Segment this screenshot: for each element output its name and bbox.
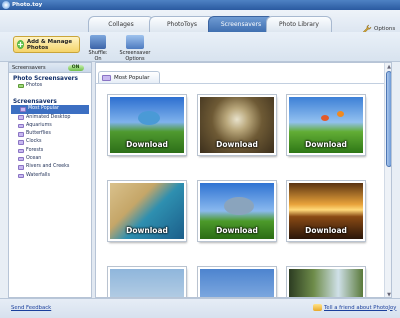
thumbnail-beach[interactable]: Download [108,181,186,241]
section-title: Most Popular [114,74,150,81]
folder-icon [18,165,24,170]
folder-icon [18,173,24,179]
folder-icon [18,115,24,120]
butterfly-shape [321,115,329,121]
thumbnail-image [110,269,184,297]
status-bar: Send Feedback Tell a friend about PhotoJ… [0,298,400,318]
folder-icon [18,83,24,89]
thumbnail-butterflies-meadow[interactable]: Download [287,95,365,155]
sidebar-item-label: Rivers and Creeks [26,164,70,170]
vertical-scrollbar[interactable]: ▲ ▼ [384,63,391,297]
sidebar-item-aquariums[interactable]: Aquariums [9,122,91,130]
scroll-up-arrow-icon[interactable]: ▲ [386,64,391,70]
thumbnail-dolphin[interactable]: Download [198,181,276,241]
tab-phototoys[interactable]: PhotoToys [149,16,215,32]
folder-icon [18,156,24,162]
sidebar-item-label: Clocks [26,139,42,145]
folder-icon [18,123,24,129]
add-manage-photos-label: Add & Manage Photos [26,38,73,51]
app-icon [2,1,10,9]
sidebar-item-label: Butterflies [26,131,51,137]
screensavers-toggle-row: Screensavers ON [9,63,91,73]
screensavers-heading: Screensavers [13,99,57,106]
sidebar-item-clocks[interactable]: Clocks [9,138,91,146]
monitor-icon [126,35,144,49]
divider [96,83,384,84]
plus-icon: + [17,40,24,49]
tell-friend-label: Tell a friend about PhotoJoy [324,304,397,311]
photo-screensavers-heading: Photo Screensavers [13,76,78,82]
sidebar-item-butterflies[interactable]: Butterflies [9,130,91,138]
thumbnail-partial-3[interactable] [287,267,365,297]
download-label: Download [305,140,347,149]
thumbnail-image [200,269,274,297]
screensaver-options-label: Screensaver Options [119,50,151,62]
title-bar: Photo.toy [0,0,400,10]
download-label: Download [126,140,168,149]
tab-screensavers[interactable]: Screensavers [208,16,274,32]
send-feedback-link[interactable]: Send Feedback [11,305,51,311]
download-label: Download [305,226,347,235]
download-label: Download [216,140,258,149]
folder-icon [102,74,111,81]
tab-bar: Collages PhotoToys Screensavers Photo Li… [0,10,400,34]
tab-collages[interactable]: Collages [88,16,154,32]
sidebar-item-animated-desktop[interactable]: Animated Desktop [9,114,91,122]
download-label: Download [126,226,168,235]
thumbnail-fish-meadow[interactable]: Download [108,95,186,155]
thumbnail-clock[interactable]: Download [198,95,276,155]
sidebar-item-label: Most Popular [28,106,59,112]
thumbnail-sunset-ocean[interactable]: Download [287,181,365,241]
thumbnail-partial-1[interactable] [108,267,186,297]
section-tab-most-popular: Most Popular [98,71,160,83]
sidebar-item-photos[interactable]: Photos [9,82,91,90]
add-manage-photos-button[interactable]: + Add & Manage Photos [13,36,80,53]
butterfly-shape [337,111,344,117]
shuffle-button[interactable]: Shuffle: On [86,35,110,62]
folder-icon [20,107,26,112]
sidebar-item-rivers-and-creeks[interactable]: Rivers and Creeks [9,163,91,171]
download-label: Download [216,226,258,235]
shuffle-label: Shuffle: On [88,50,108,62]
envelope-icon [313,304,322,311]
tell-friend-link[interactable]: Tell a friend about PhotoJoy [313,304,396,311]
thumbnail-image [289,269,363,297]
sidebar: Screensavers ON Photo Screensavers Photo… [8,62,92,298]
sidebar-item-label: Ocean [26,156,42,162]
folder-icon [18,132,24,137]
tab-photo-library[interactable]: Photo Library [266,16,332,32]
sidebar-item-forests[interactable]: Forests [9,147,91,155]
sidebar-item-most-popular[interactable]: Most Popular [11,105,89,114]
sidebar-item-label: Aquariums [26,122,52,128]
screensavers-toggle-label: Screensavers [12,64,46,71]
dolphin-shape [224,197,254,215]
main-content: Most Popular Download Download Download … [95,62,392,298]
screensaver-on-toggle[interactable]: ON [67,64,84,71]
sidebar-item-ocean[interactable]: Ocean [9,155,91,163]
sidebar-item-label: Forests [26,147,44,153]
shuffle-icon [90,35,106,49]
folder-icon [18,148,24,154]
fish-shape [138,111,160,125]
window-title: Photo.toy [12,2,43,8]
screensaver-options-button[interactable]: Screensaver Options [112,35,158,62]
scrollbar-thumb[interactable] [386,71,391,167]
sidebar-item-label: Waterfalls [26,172,50,178]
sidebar-item-waterfalls[interactable]: Waterfalls [9,172,91,180]
thumbnail-partial-2[interactable] [198,267,276,297]
sidebar-item-label: Photos [26,83,43,88]
toolbar: + Add & Manage Photos Shuffle: On Screen… [0,32,400,62]
sidebar-item-label: Animated Desktop [26,114,71,120]
folder-icon [18,140,24,145]
